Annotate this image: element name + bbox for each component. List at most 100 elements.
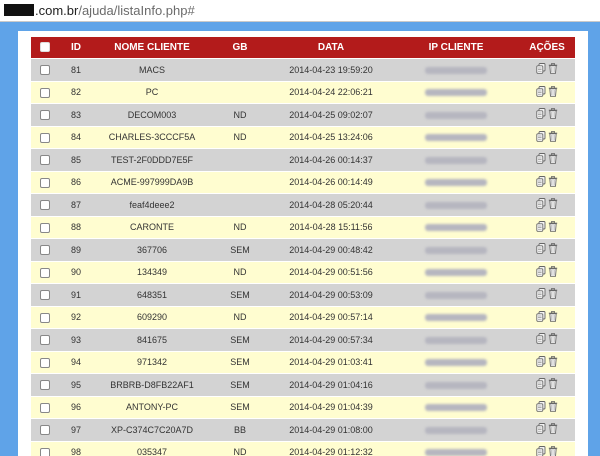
cell-nome-cliente: DECOM003: [93, 103, 211, 126]
copy-icon[interactable]: [536, 220, 546, 234]
trash-icon[interactable]: [548, 85, 558, 99]
trash-icon[interactable]: [548, 108, 558, 121]
trash-icon[interactable]: [548, 355, 558, 369]
copy-icon[interactable]: [536, 423, 546, 436]
table-row[interactable]: 82 PC 2014-04-24 22:06:21: [31, 80, 575, 104]
row-select-cell: [31, 80, 59, 104]
trash-icon[interactable]: [548, 153, 558, 166]
cell-ip-cliente: [393, 215, 519, 239]
row-checkbox[interactable]: [40, 402, 50, 413]
row-checkbox[interactable]: [40, 447, 50, 456]
trash-icon[interactable]: [548, 220, 558, 234]
cell-id: 82: [59, 80, 93, 104]
copy-icon[interactable]: [536, 445, 546, 456]
cell-data: 2014-04-28 15:11:56: [269, 215, 393, 239]
table-row[interactable]: 92 609290 ND 2014-04-29 00:57:14: [31, 305, 575, 329]
copy-icon[interactable]: [536, 198, 546, 211]
header-acoes: AÇÕES: [519, 37, 575, 59]
trash-icon[interactable]: [548, 243, 558, 256]
trash-icon[interactable]: [548, 63, 558, 76]
copy-icon[interactable]: [536, 85, 546, 99]
header-data[interactable]: DATA: [269, 37, 393, 59]
trash-icon[interactable]: [548, 333, 558, 346]
row-checkbox[interactable]: [40, 245, 50, 256]
header-ip-cliente[interactable]: IP CLIENTE: [393, 37, 519, 59]
copy-icon[interactable]: [536, 378, 546, 391]
copy-icon[interactable]: [536, 310, 546, 324]
table-row[interactable]: 89 367706 SEM 2014-04-29 00:48:42: [31, 238, 575, 261]
address-bar[interactable]: .com.br/ajuda/listaInfo.php#: [0, 0, 600, 22]
header-nome-cliente[interactable]: NOME CLIENTE: [93, 37, 211, 59]
table-row[interactable]: 84 CHARLES-3CCCF5A ND 2014-04-25 13:24:06: [31, 125, 575, 149]
copy-icon[interactable]: [536, 288, 546, 301]
cell-acoes: [519, 395, 575, 419]
trash-icon[interactable]: [548, 288, 558, 301]
row-checkbox[interactable]: [40, 200, 50, 211]
url-text[interactable]: .com.br/ajuda/listaInfo.php#: [4, 3, 195, 18]
cell-ip-cliente: [393, 328, 519, 351]
trash-icon[interactable]: [548, 423, 558, 436]
row-select-cell: [31, 125, 59, 149]
trash-icon[interactable]: [548, 445, 558, 456]
cell-gb: ND: [211, 260, 269, 284]
row-checkbox[interactable]: [40, 65, 50, 76]
trash-icon[interactable]: [548, 130, 558, 144]
row-checkbox[interactable]: [40, 357, 50, 368]
row-select-cell: [31, 328, 59, 351]
table-row[interactable]: 97 XP-C374C7C20A7D BB 2014-04-29 01:08:00: [31, 418, 575, 441]
copy-icon[interactable]: [536, 175, 546, 189]
cell-acoes: [519, 58, 575, 81]
row-checkbox[interactable]: [40, 155, 50, 166]
cell-data: 2014-04-29 01:12:32: [269, 440, 393, 456]
table-row[interactable]: 86 ACME-997999DA9B 2014-04-26 00:14:49: [31, 170, 575, 194]
cell-ip-cliente: [393, 260, 519, 284]
table-row[interactable]: 81 MACS 2014-04-23 19:59:20: [31, 58, 575, 81]
blurred-ip: [425, 156, 487, 164]
table-row[interactable]: 85 TEST-2F0DDD7E5F 2014-04-26 00:14:37: [31, 148, 575, 171]
trash-icon[interactable]: [548, 198, 558, 211]
table-row[interactable]: 94 971342 SEM 2014-04-29 01:03:41: [31, 350, 575, 374]
table-row[interactable]: 88 CARONTE ND 2014-04-28 15:11:56: [31, 215, 575, 239]
copy-icon[interactable]: [536, 108, 546, 121]
copy-icon[interactable]: [536, 63, 546, 76]
cell-nome-cliente: 841675: [93, 328, 211, 351]
row-checkbox[interactable]: [40, 312, 50, 323]
table-row[interactable]: 83 DECOM003 ND 2014-04-25 09:02:07: [31, 103, 575, 126]
trash-icon[interactable]: [548, 265, 558, 279]
table-row[interactable]: 93 841675 SEM 2014-04-29 00:57:34: [31, 328, 575, 351]
row-select-cell: [31, 260, 59, 284]
copy-icon[interactable]: [536, 130, 546, 144]
trash-icon[interactable]: [548, 310, 558, 324]
copy-icon[interactable]: [536, 355, 546, 369]
copy-icon[interactable]: [536, 265, 546, 279]
row-checkbox[interactable]: [40, 132, 50, 143]
copy-icon[interactable]: [536, 400, 546, 414]
row-checkbox[interactable]: [40, 222, 50, 233]
trash-icon[interactable]: [548, 400, 558, 414]
cell-gb: [211, 58, 269, 81]
copy-icon[interactable]: [536, 153, 546, 166]
row-checkbox[interactable]: [40, 290, 50, 301]
select-all-checkbox[interactable]: [40, 42, 50, 53]
header-gb[interactable]: GB: [211, 37, 269, 59]
copy-icon[interactable]: [536, 333, 546, 346]
table-row[interactable]: 95 BRBRB-D8FB22AF1 SEM 2014-04-29 01:04:16: [31, 373, 575, 396]
table-row[interactable]: 90 134349 ND 2014-04-29 00:51:56: [31, 260, 575, 284]
table-row[interactable]: 87 feaf4deee2 2014-04-28 05:20:44: [31, 193, 575, 216]
row-select-cell: [31, 373, 59, 396]
row-checkbox[interactable]: [40, 380, 50, 391]
row-checkbox[interactable]: [40, 267, 50, 278]
row-checkbox[interactable]: [40, 425, 50, 436]
row-checkbox[interactable]: [40, 335, 50, 346]
table-row[interactable]: 98 035347 ND 2014-04-29 01:12:32: [31, 440, 575, 456]
table-row[interactable]: 91 648351 SEM 2014-04-29 00:53:09: [31, 283, 575, 306]
trash-icon[interactable]: [548, 175, 558, 189]
row-checkbox[interactable]: [40, 177, 50, 188]
row-checkbox[interactable]: [40, 110, 50, 121]
cell-acoes: [519, 260, 575, 284]
table-row[interactable]: 96 ANTONY-PC SEM 2014-04-29 01:04:39: [31, 395, 575, 419]
row-checkbox[interactable]: [40, 87, 50, 98]
trash-icon[interactable]: [548, 378, 558, 391]
header-id[interactable]: ID: [59, 37, 93, 59]
copy-icon[interactable]: [536, 243, 546, 256]
